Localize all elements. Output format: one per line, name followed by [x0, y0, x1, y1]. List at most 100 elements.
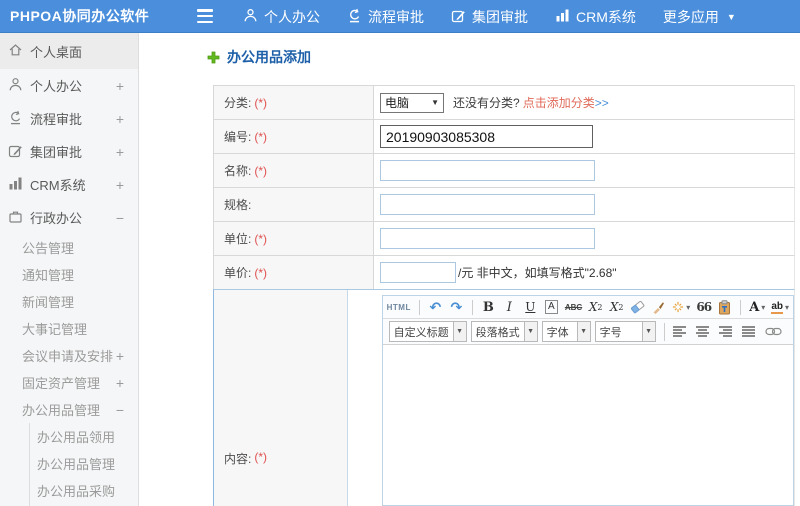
add-category-link-arrows[interactable]: >>	[595, 96, 609, 110]
required-marker: (*)	[254, 129, 268, 144]
caret-down-icon: ▼	[452, 322, 466, 341]
category-select[interactable]: 电脑 ▼	[380, 92, 444, 113]
sidebar-item-crm-system[interactable]: CRM系统 +	[0, 168, 138, 201]
expand-icon[interactable]: +	[116, 112, 124, 126]
unit-input[interactable]	[380, 228, 595, 249]
field-label: 分类:	[224, 96, 252, 110]
form-row-code: 编号: (*)	[213, 119, 795, 153]
sidebar-item-announcement-mgmt[interactable]: 公告管理	[0, 234, 138, 261]
hamburger-menu-icon[interactable]	[197, 9, 213, 23]
sidebar-item-news-mgmt[interactable]: 新闻管理	[0, 288, 138, 315]
italic-button[interactable]: I	[502, 298, 517, 317]
sidebar-item-supplies-claim[interactable]: 办公用品领用	[0, 423, 138, 450]
link-icon[interactable]	[765, 326, 782, 337]
blockquote-button[interactable]: 66	[696, 298, 712, 317]
code-input[interactable]	[380, 125, 593, 148]
sidebar-item-fixed-assets-mgmt[interactable]: 固定资产管理 +	[0, 369, 138, 396]
sidebar-item-label: 流程审批	[30, 112, 83, 127]
expand-icon[interactable]: +	[116, 376, 124, 390]
char-border-button[interactable]: A	[544, 298, 559, 317]
paste-button[interactable]	[717, 298, 732, 317]
editor-content-area[interactable]	[382, 345, 793, 505]
sidebar-item-personal-desktop[interactable]: 个人桌面	[0, 33, 138, 69]
nav-label: 集团审批	[472, 8, 528, 25]
paragraph-format-select[interactable]: 段落格式 ▼	[470, 321, 538, 342]
redo-icon: ↷	[450, 299, 463, 315]
sidebar-item-label: 公告管理	[22, 241, 75, 256]
field-label: 编号:	[224, 130, 252, 144]
nav-workflow-approval[interactable]: 流程审批	[347, 7, 424, 27]
flow-icon	[8, 110, 23, 128]
form-row-unit: 单位: (*)	[213, 221, 795, 255]
required-marker: (*)	[254, 163, 268, 178]
subscript-button[interactable]: X2	[609, 298, 624, 317]
collapse-icon[interactable]: −	[116, 403, 124, 417]
sidebar-item-admin-office[interactable]: 行政办公 −	[0, 201, 138, 234]
page-title-text: 办公用品添加	[227, 49, 311, 65]
eraser-button[interactable]	[630, 298, 645, 317]
nav-label: 个人办公	[264, 8, 320, 25]
sidebar-item-events-mgmt[interactable]: 大事记管理	[0, 315, 138, 342]
sidebar-item-office-supplies-mgmt[interactable]: 办公用品管理 −	[0, 396, 138, 423]
spec-input[interactable]	[380, 194, 595, 215]
sidebar-item-notice-mgmt[interactable]: 通知管理	[0, 261, 138, 288]
nav-label: 流程审批	[368, 8, 424, 25]
redo-button[interactable]: ↷	[449, 298, 464, 317]
align-center-button[interactable]	[695, 326, 709, 337]
field-label: 规格:	[224, 198, 252, 212]
app-logo: PHPOA协同办公软件	[10, 8, 150, 24]
sidebar-item-personal-office[interactable]: 个人办公 +	[0, 69, 138, 102]
price-input[interactable]	[380, 262, 456, 283]
sidebar-item-label: 个人桌面	[30, 44, 83, 60]
caret-down-icon: ▾	[761, 302, 766, 312]
expand-icon[interactable]: +	[116, 145, 124, 159]
toolbar-separator	[663, 322, 665, 341]
custom-heading-select[interactable]: 自定义标题 ▼	[388, 321, 467, 342]
highlight-color-button[interactable]: ab ▾	[771, 298, 789, 317]
collapse-icon[interactable]: −	[116, 211, 124, 225]
expand-icon[interactable]: +	[116, 178, 124, 192]
sidebar-item-supplies-purchase[interactable]: 办公用品采购	[0, 477, 138, 504]
form-row-category: 分类: (*) 电脑 ▼ 还没有分类? 点击添加分类 >>	[213, 85, 795, 119]
toolbar-separator	[418, 299, 420, 315]
strikethrough-button[interactable]: ABC	[565, 298, 582, 317]
editor-toolbar-row2: 自定义标题 ▼ 段落格式 ▼ 字体 ▼ 字号 ▼	[382, 319, 793, 345]
undo-button[interactable]: ↶	[428, 298, 443, 317]
add-category-link[interactable]: 点击添加分类	[523, 94, 595, 111]
expand-icon[interactable]: +	[116, 349, 124, 363]
font-color-button[interactable]: A ▾	[749, 298, 765, 317]
field-label: 单位:	[224, 232, 252, 246]
nav-personal-office[interactable]: 个人办公	[243, 7, 320, 27]
sidebar-item-meeting-request[interactable]: 会议申请及安排 +	[0, 342, 138, 369]
sidebar-item-workflow-approval[interactable]: 流程审批 +	[0, 102, 138, 135]
expand-icon[interactable]: +	[116, 79, 124, 93]
underline-button[interactable]: U	[523, 298, 538, 317]
nav-more-apps[interactable]: 更多应用 ▼	[663, 7, 736, 27]
autotypeset-icon	[672, 301, 684, 313]
font-family-select[interactable]: 字体 ▼	[541, 321, 591, 342]
html-source-button[interactable]: HTML	[387, 298, 411, 317]
field-label: 名称:	[224, 164, 252, 178]
superscript-icon: X	[588, 300, 598, 314]
rich-text-editor: HTML ↶ ↷ B I U A ABC X2 X2 ▾ 66 A ▾ ab ▾…	[381, 295, 794, 506]
top-nav: 个人办公 流程审批 集团审批 CRM系统 更多应用 ▼	[243, 0, 736, 33]
select-value: 自定义标题	[393, 326, 449, 339]
align-right-button[interactable]	[718, 326, 732, 337]
caret-down-icon: ▼	[641, 322, 655, 341]
required-marker: (*)	[254, 95, 268, 110]
format-brush-button[interactable]	[651, 298, 666, 317]
caret-down-icon: ▾	[686, 302, 691, 312]
sidebar-item-supplies-manage[interactable]: 办公用品管理	[0, 450, 138, 477]
nav-crm-system[interactable]: CRM系统	[555, 7, 636, 27]
field-label: 内容:	[224, 452, 252, 466]
name-input[interactable]	[380, 160, 595, 181]
nav-group-approval[interactable]: 集团审批	[451, 7, 528, 27]
superscript-button[interactable]: X2	[588, 298, 603, 317]
bold-button[interactable]: B	[481, 298, 496, 317]
edit-icon	[451, 8, 466, 26]
font-size-select[interactable]: 字号 ▼	[594, 321, 656, 342]
sidebar-item-group-approval[interactable]: 集团审批 +	[0, 135, 138, 168]
align-left-button[interactable]	[672, 326, 686, 337]
justify-button[interactable]	[741, 326, 755, 337]
autotypeset-button[interactable]: ▾	[672, 298, 690, 317]
